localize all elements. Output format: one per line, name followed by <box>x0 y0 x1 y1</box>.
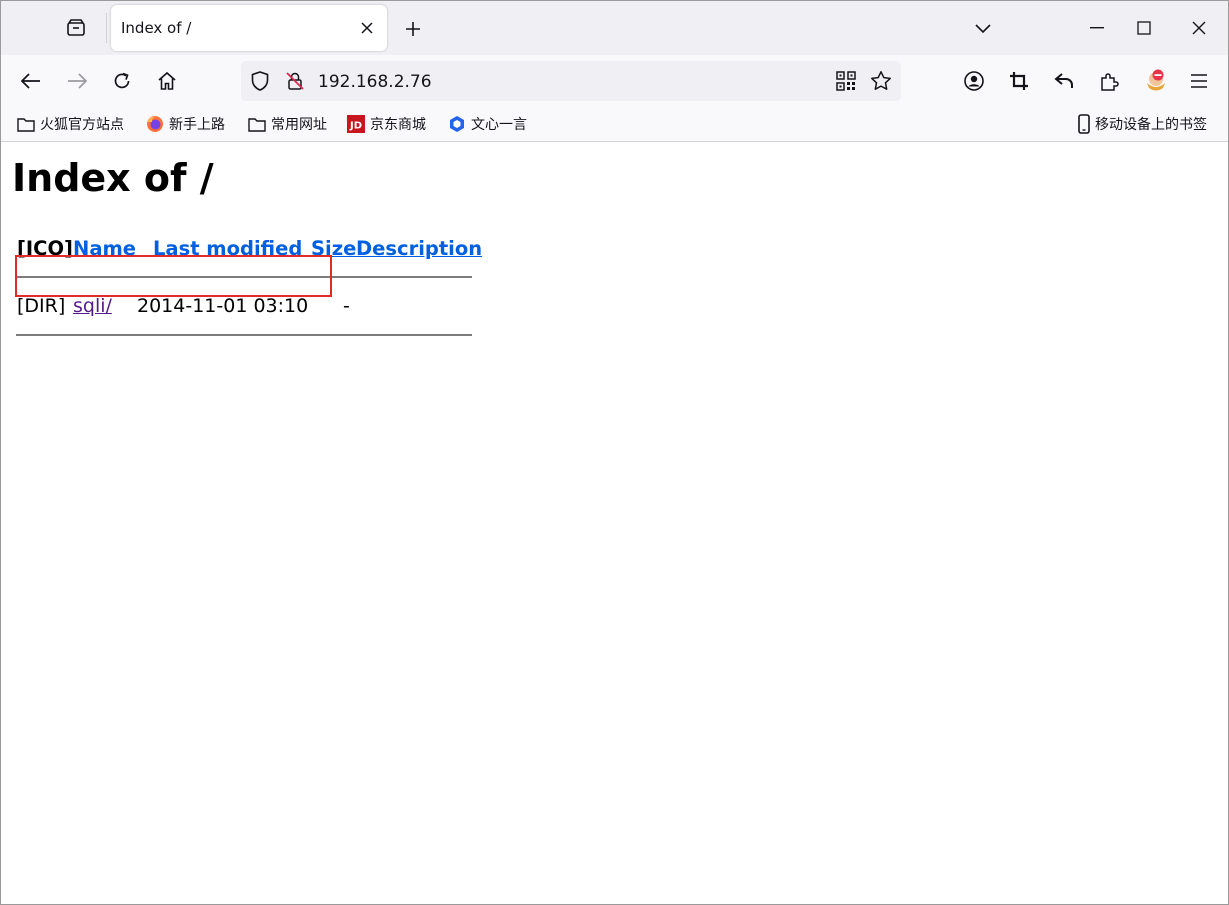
navigation-toolbar: 192.168.2.76 <box>1 55 1228 107</box>
new-tab-button[interactable] <box>399 15 427 43</box>
row-size: - <box>343 295 350 317</box>
bookmark-label: 火狐官方站点 <box>40 117 124 133</box>
insecure-lock-icon[interactable] <box>283 69 307 93</box>
list-all-tabs-button[interactable] <box>971 17 995 41</box>
tab-separator <box>106 13 107 43</box>
extensions-button[interactable] <box>1093 65 1125 97</box>
bookmark-jd-mall[interactable]: JD 京东商城 <box>347 113 426 135</box>
crop-icon <box>1010 72 1028 90</box>
screenshot-crop-button[interactable] <box>1003 65 1035 97</box>
qr-code-icon[interactable] <box>834 69 858 93</box>
undo-button[interactable] <box>1048 65 1080 97</box>
bookmark-folder-common-sites[interactable]: 常用网址 <box>248 113 327 135</box>
close-icon <box>361 22 373 34</box>
account-button[interactable] <box>958 65 990 97</box>
tracking-protection-shield-icon[interactable] <box>248 69 272 93</box>
maximize-button[interactable] <box>1121 13 1167 43</box>
hamburger-menu-icon <box>1191 74 1207 88</box>
tab-strip: Index of / <box>1 1 1228 55</box>
svg-text:JD: JD <box>349 121 362 132</box>
undo-arrow-icon <box>1054 73 1073 88</box>
home-icon <box>158 71 176 90</box>
wenxin-icon <box>448 115 466 133</box>
firefox-view-button[interactable] <box>59 11 93 45</box>
close-icon <box>1192 21 1206 35</box>
mobile-bookmarks-folder[interactable]: 移动设备上的书签 <box>1075 113 1207 135</box>
firefox-icon <box>146 115 164 133</box>
window-close-button[interactable] <box>1176 13 1222 43</box>
row-icon: [DIR] <box>17 295 66 317</box>
bookmarks-toolbar: 火狐官方站点 新手上路 常用网址 JD 京东商城 文心一言 移动设备上的书签 <box>1 107 1228 142</box>
back-arrow-icon <box>21 73 40 89</box>
extension-avatar-icon <box>1147 69 1165 91</box>
forward-arrow-icon <box>68 73 87 89</box>
bookmark-label: 移动设备上的书签 <box>1095 117 1207 133</box>
directory-link-sqli[interactable]: sqli/ <box>73 295 112 317</box>
folder-icon <box>248 115 266 133</box>
page-content: Index of / [ICO] Name Last modified Size… <box>1 142 1228 904</box>
row-last-modified: 2014-11-01 03:10 <box>137 295 309 317</box>
extension-avatar-button[interactable] <box>1140 65 1172 97</box>
bookmark-label: 常用网址 <box>271 117 327 133</box>
bookmark-folder-firefox-official[interactable]: 火狐官方站点 <box>17 113 124 135</box>
home-button[interactable] <box>151 65 183 97</box>
folder-icon <box>17 115 35 133</box>
minimize-icon <box>1090 27 1104 29</box>
page-title: Index of / <box>12 156 214 200</box>
url-text[interactable]: 192.168.2.76 <box>318 72 432 92</box>
plus-icon <box>406 22 420 36</box>
tab-active[interactable]: Index of / <box>111 5 387 51</box>
app-menu-button[interactable] <box>1183 65 1215 97</box>
bookmark-label: 京东商城 <box>370 117 426 133</box>
chevron-down-icon <box>975 24 991 34</box>
minimize-button[interactable] <box>1074 13 1120 43</box>
maximize-icon <box>1137 21 1151 35</box>
bookmark-star-icon[interactable] <box>869 69 893 93</box>
table-divider-bottom <box>16 334 472 336</box>
tab-close-button[interactable] <box>357 18 377 38</box>
forward-button[interactable] <box>61 65 93 97</box>
bookmark-label: 新手上路 <box>169 117 225 133</box>
bookmark-label: 文心一言 <box>471 117 527 133</box>
reload-icon <box>114 72 130 89</box>
jd-icon: JD <box>347 115 365 133</box>
address-bar[interactable]: 192.168.2.76 <box>241 61 901 101</box>
puzzle-piece-icon <box>1101 73 1119 91</box>
mobile-device-icon <box>1075 114 1093 134</box>
browser-window: Index of / 192.168.2.76 火狐官方站点 新手上路 常用网址… <box>0 0 1229 905</box>
bookmark-wenxin[interactable]: 文心一言 <box>448 113 527 135</box>
tab-title: Index of / <box>121 19 192 37</box>
highlight-annotation-box <box>15 255 332 297</box>
column-header-description[interactable]: Description <box>356 237 482 260</box>
firefox-view-icon <box>67 19 85 36</box>
reload-button[interactable] <box>106 65 138 97</box>
bookmark-getting-started[interactable]: 新手上路 <box>146 113 225 135</box>
account-icon <box>964 71 984 91</box>
back-button[interactable] <box>15 65 47 97</box>
